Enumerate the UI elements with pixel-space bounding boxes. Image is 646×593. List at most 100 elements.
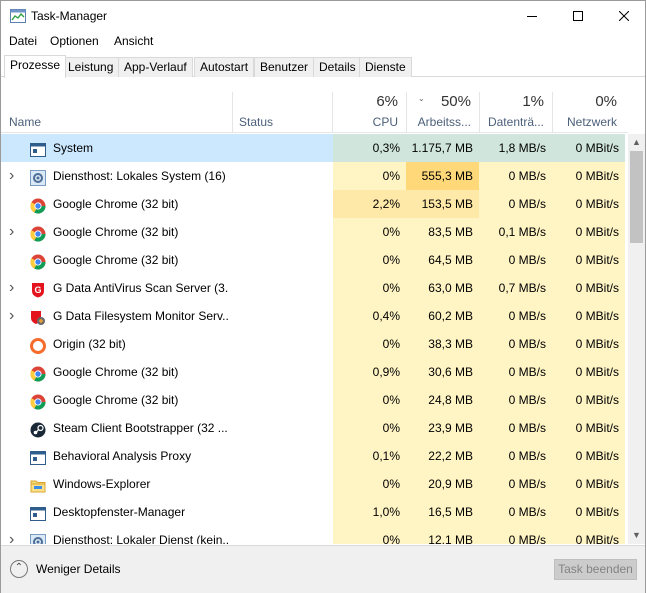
- column-header-memory[interactable]: ⌄ 50% Arbeitss...: [406, 92, 479, 133]
- process-row[interactable]: › Diensthost: Lokales System (16) 0% 555,3 …: [1, 162, 628, 190]
- process-name-cell[interactable]: › Diensthost: Lokales System (16): [1, 162, 232, 190]
- process-network: 0 MBit/s: [552, 162, 625, 190]
- process-name-cell[interactable]: Desktopfenster-Manager: [1, 498, 232, 526]
- gdata-shield-icon: [30, 308, 46, 325]
- process-row[interactable]: Origin (32 bit) 0% 38,3 MB 0 MB/s 0 MBit/s: [1, 330, 628, 358]
- process-status-cell: [232, 358, 333, 386]
- process-name-cell[interactable]: Google Chrome (32 bit): [1, 386, 232, 414]
- process-name-cell[interactable]: › G G Data AntiVirus Scan Server (3...: [1, 274, 232, 302]
- tab-dienste[interactable]: Dienste: [359, 57, 412, 77]
- process-name-cell[interactable]: Behavioral Analysis Proxy: [1, 442, 232, 470]
- process-row[interactable]: Google Chrome (32 bit) 0,9% 30,6 MB 0 MB/s 0…: [1, 358, 628, 386]
- process-cpu: 2,2%: [333, 190, 406, 218]
- column-label-status: Status: [239, 115, 274, 129]
- process-name: Desktopfenster-Manager: [53, 505, 186, 519]
- process-name: System: [53, 141, 94, 155]
- process-status-cell: [232, 442, 333, 470]
- process-name: Diensthost: Lokaler Dienst (kein...: [53, 533, 229, 544]
- close-button[interactable]: [601, 1, 646, 31]
- maximize-button[interactable]: [555, 1, 601, 31]
- folder-icon: [30, 476, 46, 493]
- process-disk: 0 MB/s: [479, 526, 552, 544]
- process-row[interactable]: Behavioral Analysis Proxy 0,1% 22,2 MB 0 MB…: [1, 442, 628, 470]
- process-name-cell[interactable]: › G Data Filesystem Monitor Serv...: [1, 302, 232, 330]
- process-name: Origin (32 bit): [53, 337, 126, 351]
- column-header-status[interactable]: Status: [233, 92, 333, 133]
- process-status-cell: [232, 330, 333, 358]
- process-status-cell: [232, 470, 333, 498]
- column-header-network[interactable]: 0% Netzwerk: [552, 92, 625, 133]
- process-name: Behavioral Analysis Proxy: [53, 449, 192, 463]
- tab-benutzer[interactable]: Benutzer: [254, 57, 315, 77]
- expand-chevron-icon[interactable]: ›: [9, 218, 14, 246]
- process-name-cell[interactable]: › Google Chrome (32 bit): [1, 218, 232, 246]
- column-header-cpu[interactable]: 6% CPU: [333, 92, 406, 133]
- scrollbar-thumb[interactable]: [630, 151, 643, 243]
- process-row[interactable]: › G Data Filesystem Monitor Serv... 0,4% 60…: [1, 302, 628, 330]
- process-disk: 0 MB/s: [479, 190, 552, 218]
- process-disk: 0,7 MB/s: [479, 274, 552, 302]
- scroll-down-arrow-icon[interactable]: ▼: [628, 527, 645, 544]
- column-header-disk[interactable]: 1% Datenträ...: [479, 92, 552, 133]
- tab-strip: Prozesse Leistung App-Verlauf Autostart …: [1, 55, 645, 78]
- expand-chevron-icon[interactable]: ›: [9, 162, 14, 190]
- tab-leistung[interactable]: Leistung: [62, 57, 120, 77]
- chevron-up-circle-icon[interactable]: ⌃: [10, 560, 28, 578]
- process-status-cell: [232, 218, 333, 246]
- process-name-cell[interactable]: System: [1, 134, 232, 162]
- expand-chevron-icon[interactable]: ›: [9, 526, 14, 544]
- process-disk: 0 MB/s: [479, 442, 552, 470]
- minimize-icon: [527, 16, 537, 17]
- process-row[interactable]: System 0,3% 1.175,7 MB 1,8 MB/s 0 MBit/s: [1, 134, 628, 162]
- close-icon: [619, 11, 629, 21]
- process-network: 0 MBit/s: [552, 386, 625, 414]
- process-status-cell: [232, 302, 333, 330]
- column-label-disk: Datenträ...: [487, 115, 544, 129]
- process-name-cell[interactable]: › Diensthost: Lokaler Dienst (kein...: [1, 526, 232, 544]
- process-row[interactable]: Steam Client Bootstrapper (32 ... 0% 23,9 …: [1, 414, 628, 442]
- process-row[interactable]: Google Chrome (32 bit) 0% 24,8 MB 0 MB/s 0 M…: [1, 386, 628, 414]
- process-name-cell[interactable]: Google Chrome (32 bit): [1, 190, 232, 218]
- process-name-cell[interactable]: Google Chrome (32 bit): [1, 358, 232, 386]
- menu-datei[interactable]: Datei: [9, 34, 37, 48]
- network-total-percent: 0%: [595, 93, 617, 110]
- process-cpu: 0%: [333, 526, 406, 544]
- svg-text:G: G: [34, 285, 41, 295]
- process-row[interactable]: › Diensthost: Lokaler Dienst (kein... 0% 12…: [1, 526, 628, 544]
- process-disk: 0 MB/s: [479, 246, 552, 274]
- process-row[interactable]: › G G Data AntiVirus Scan Server (3... 0% 63…: [1, 274, 628, 302]
- process-status-cell: [232, 162, 333, 190]
- expand-chevron-icon[interactable]: ›: [9, 274, 14, 302]
- process-row[interactable]: Google Chrome (32 bit) 0% 64,5 MB 0 MB/s 0 M…: [1, 246, 628, 274]
- process-row[interactable]: › Google Chrome (32 bit) 0% 83,5 MB 0,1 MB/s…: [1, 218, 628, 246]
- tab-autostart[interactable]: Autostart: [194, 57, 255, 77]
- less-details-link[interactable]: Weniger Details: [36, 562, 120, 576]
- end-task-button[interactable]: Task beenden: [554, 559, 637, 580]
- tab-details[interactable]: Details: [313, 57, 362, 77]
- menu-ansicht[interactable]: Ansicht: [114, 34, 153, 48]
- menu-optionen[interactable]: Optionen: [50, 34, 99, 48]
- scroll-up-arrow-icon[interactable]: ▲: [628, 134, 645, 151]
- process-disk: 0 MB/s: [479, 386, 552, 414]
- tab-prozesse[interactable]: Prozesse: [4, 55, 67, 78]
- process-disk: 1,8 MB/s: [479, 134, 552, 162]
- column-header-name[interactable]: Name: [1, 92, 232, 133]
- process-list: System 0,3% 1.175,7 MB 1,8 MB/s 0 MBit/s › Die…: [1, 134, 628, 544]
- process-network: 0 MBit/s: [552, 218, 625, 246]
- process-network: 0 MBit/s: [552, 302, 625, 330]
- title-bar[interactable]: Task-Manager: [1, 1, 645, 31]
- process-row[interactable]: Desktopfenster-Manager 1,0% 16,5 MB 0 MB/s 0…: [1, 498, 628, 526]
- process-row[interactable]: Windows-Explorer 0% 20,9 MB 0 MB/s 0 MBit/s: [1, 470, 628, 498]
- process-name-cell[interactable]: Windows-Explorer: [1, 470, 232, 498]
- expand-chevron-icon[interactable]: ›: [9, 302, 14, 330]
- minimize-button[interactable]: [509, 1, 555, 31]
- process-memory: 64,5 MB: [406, 246, 479, 274]
- vertical-scrollbar[interactable]: ▲ ▼: [628, 134, 645, 544]
- process-name-cell[interactable]: Google Chrome (32 bit): [1, 246, 232, 274]
- process-name-cell[interactable]: Origin (32 bit): [1, 330, 232, 358]
- process-memory: 63,0 MB: [406, 274, 479, 302]
- process-row[interactable]: Google Chrome (32 bit) 2,2% 153,5 MB 0 MB/s…: [1, 190, 628, 218]
- memory-total-percent: 50%: [440, 93, 471, 110]
- process-name-cell[interactable]: Steam Client Bootstrapper (32 ...: [1, 414, 232, 442]
- tab-app-verlauf[interactable]: App-Verlauf: [118, 57, 193, 77]
